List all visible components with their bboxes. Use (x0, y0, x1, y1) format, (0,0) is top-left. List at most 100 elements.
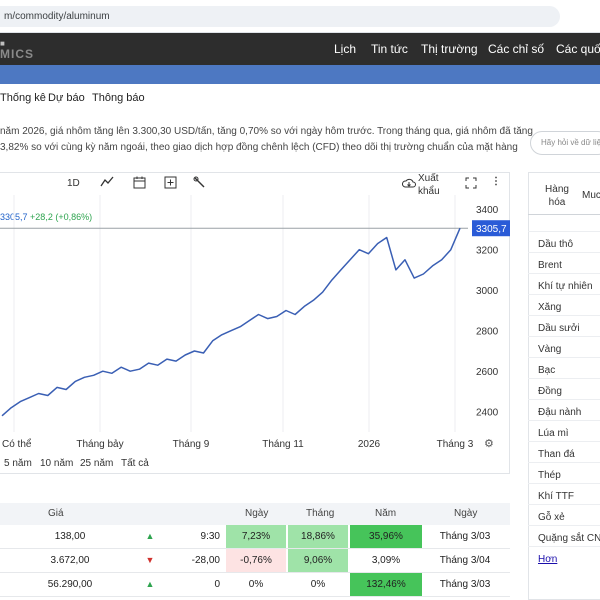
year-change-cell: 3,09% (371, 555, 401, 566)
commodity-list-item[interactable]: Dầu thô (538, 239, 573, 250)
price-cell: 3.672,00 (50, 555, 90, 566)
commodity-list-item[interactable]: Quặng sắt CNY (538, 533, 600, 544)
tab-divider (528, 214, 600, 215)
commodity-list-item[interactable]: Khí TTF (538, 491, 574, 502)
list-divider (528, 462, 600, 463)
list-divider (528, 231, 600, 232)
nav-item-indicators[interactable]: Các chỉ số (488, 42, 544, 56)
table-row[interactable]: 3.672,00 ▼ -28,00 -0,76% 9,06% 3,09% Tháng 3/0… (0, 549, 510, 573)
commodity-list-item[interactable]: Bạc (538, 365, 555, 376)
day-change-cell: -0,76% (226, 549, 286, 572)
more-commodities-link[interactable]: Hơn (538, 554, 557, 565)
browser-address-bar: m/commodity/aluminum (0, 0, 600, 33)
col-header-year: Năm (375, 508, 397, 519)
period-10y-button[interactable]: 10 năm (40, 458, 73, 469)
nav-item-markets[interactable]: Thị trường (421, 42, 478, 56)
commodity-list-item[interactable]: Brent (538, 260, 562, 271)
commodity-list-item[interactable]: Đồng (538, 386, 562, 397)
subnav-forecast[interactable]: Dự báo (48, 92, 85, 104)
day-change-cell: 7,23% (226, 525, 286, 548)
list-divider (528, 483, 600, 484)
period-all-button[interactable]: Tất cả (121, 458, 149, 469)
x-tick-label: Tháng 9 (173, 439, 210, 450)
commodity-list-item[interactable]: Gỗ xẻ (538, 512, 565, 523)
chart-settings-icon[interactable]: ⚙ (484, 438, 494, 450)
table-header: Giá Ngày Tháng Năm Ngày (0, 503, 510, 525)
commodity-list-item[interactable]: Khí tự nhiên (538, 281, 593, 292)
calendar-icon[interactable] (133, 176, 146, 192)
y-tick-label: 2400 (476, 408, 499, 419)
list-divider (528, 441, 600, 442)
x-tick-label: Tháng 11 (262, 439, 304, 450)
commodity-description: năm 2026, giá nhôm tăng lên 3.300,30 USD… (0, 124, 533, 156)
month-change-cell: 0% (310, 579, 326, 590)
list-divider (528, 273, 600, 274)
nav-item-countries[interactable]: Các quốc (556, 42, 600, 56)
commodity-list-item[interactable]: Than đá (538, 449, 575, 460)
add-indicator-icon[interactable] (164, 176, 177, 192)
list-divider (528, 252, 600, 253)
y-tick-label: 3400 (476, 205, 499, 216)
subnav-statistics[interactable]: Thống kê (0, 92, 46, 104)
tab-more[interactable]: Muc (582, 190, 600, 201)
more-options-icon[interactable]: ⋮ (491, 176, 501, 187)
commodity-list-item[interactable]: Vàng (538, 344, 561, 355)
price-cell: 138,00 (54, 531, 86, 542)
commodity-list-item[interactable]: Đậu nành (538, 407, 581, 418)
price-series-line (1, 227, 461, 417)
change-cell: 9:30 (200, 531, 220, 542)
list-divider (528, 399, 600, 400)
y-tick-label: 2800 (476, 327, 499, 338)
x-tick-label: Tháng 3 (437, 439, 474, 450)
period-5y-button[interactable]: 5 năm (4, 458, 32, 469)
list-divider (528, 420, 600, 421)
header-band (0, 65, 600, 84)
col-header-date: Ngày (454, 508, 478, 519)
date-cell: Tháng 3/03 (439, 579, 491, 590)
y-tick-label: 2600 (476, 367, 499, 378)
range-1d-button[interactable]: 1D (67, 178, 80, 189)
list-divider (528, 546, 600, 547)
line-chart-icon[interactable] (100, 176, 114, 191)
month-change-cell: 18,86% (288, 525, 348, 548)
y-tick-label: 3000 (476, 286, 499, 297)
aluminum-price-chart[interactable]: 3400 3200 3000 2800 2600 2400 Có thể Tháng bảy T… (0, 195, 510, 457)
description-line: năm 2026, giá nhôm tăng lên 3.300,30 USD… (0, 126, 533, 137)
nav-item-calendar[interactable]: Lịch (334, 42, 356, 56)
site-logo[interactable]: ■ MICS (0, 39, 34, 60)
list-divider (528, 525, 600, 526)
cloud-download-icon[interactable] (401, 177, 416, 192)
day-change-cell: 0% (248, 579, 264, 590)
ask-data-input[interactable]: Hãy hỏi về dữ liệ (530, 131, 600, 155)
col-header-month: Tháng (306, 508, 335, 519)
x-tick-label: Có thể (2, 438, 32, 450)
period-25y-button[interactable]: 25 năm (80, 458, 113, 469)
x-tick-label: 2026 (358, 439, 381, 450)
commodity-list-item[interactable]: Xăng (538, 302, 561, 313)
tab-commodities[interactable]: Hàng hóa (537, 183, 577, 209)
description-line: 3,82% so với cùng kỳ năm ngoái, theo gia… (0, 142, 518, 153)
year-change-cell: 35,96% (350, 525, 422, 548)
col-header-day: Ngày (245, 508, 269, 519)
settings-wrench-icon[interactable] (193, 176, 206, 192)
list-divider (528, 378, 600, 379)
list-divider (528, 504, 600, 505)
commodity-list-item[interactable]: Lúa mì (538, 428, 569, 439)
price-cell: 56.290,00 (47, 579, 93, 590)
nav-item-news[interactable]: Tin tức (371, 42, 408, 56)
subnav-alerts[interactable]: Thông báo (92, 92, 145, 104)
commodity-list-item[interactable]: Dầu sưởi (538, 323, 580, 334)
commodity-list-item[interactable]: Thép (538, 470, 561, 481)
list-divider (528, 336, 600, 337)
arrow-down-icon: ▼ (145, 555, 155, 565)
current-price-badge-label: 3305,7 (476, 224, 507, 235)
top-navigation: ■ MICS Lịch Tin tức Thị trường Các chỉ s… (0, 33, 600, 65)
fullscreen-icon[interactable] (465, 177, 477, 192)
month-change-cell: 9,06% (288, 549, 348, 572)
url-field[interactable]: m/commodity/aluminum (0, 6, 560, 27)
table-row[interactable]: 56.290,00 ▲ 0 0% 0% 132,46% Tháng 3/03 (0, 573, 510, 597)
x-tick-label: Tháng bảy (76, 439, 123, 450)
arrow-up-icon: ▲ (145, 579, 155, 589)
table-row[interactable]: 138,00 ▲ 9:30 7,23% 18,86% 35,96% Tháng 3/03 (0, 525, 510, 549)
change-cell: -28,00 (191, 555, 220, 566)
